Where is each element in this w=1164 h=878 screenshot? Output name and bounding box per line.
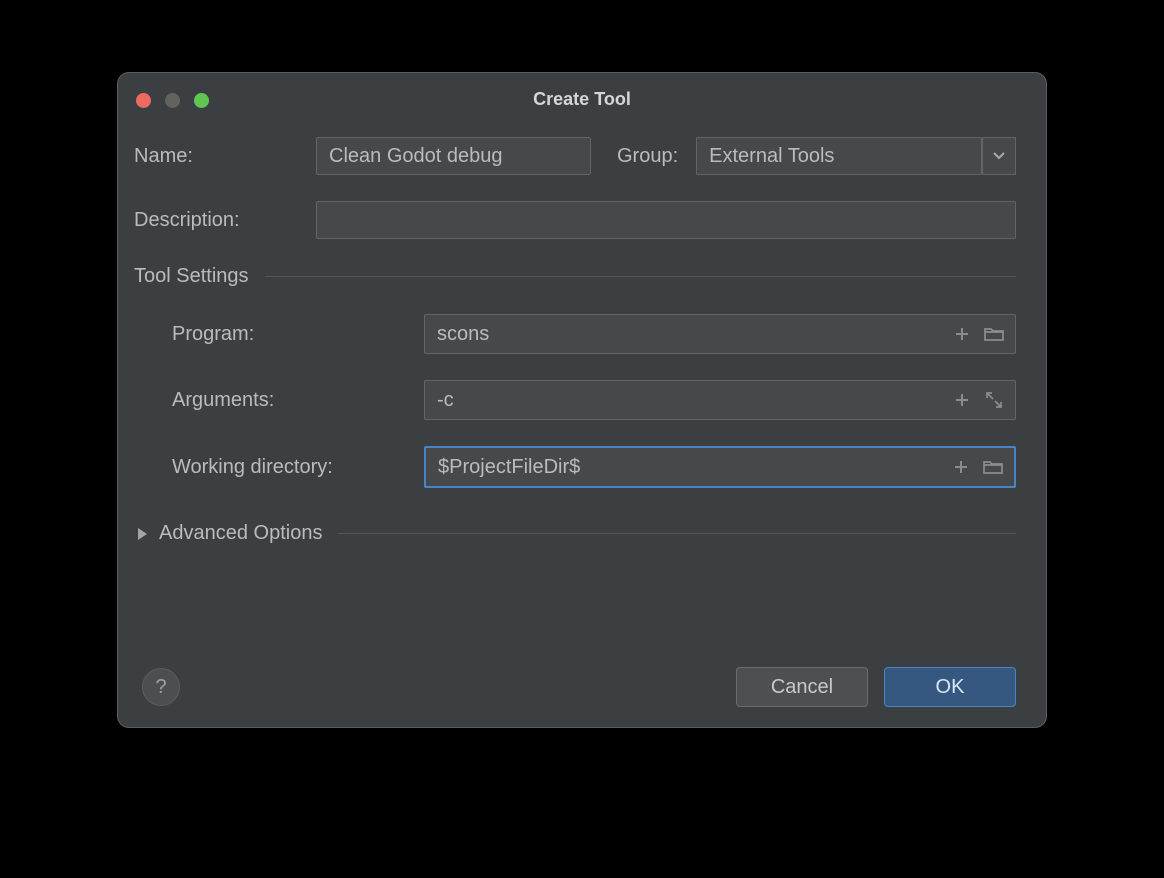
group-select-value: External Tools <box>696 137 982 175</box>
arguments-row: Arguments: <box>172 380 1016 420</box>
chevron-down-icon[interactable] <box>982 137 1016 175</box>
folder-icon[interactable] <box>982 456 1004 478</box>
tool-settings-header: Tool Settings <box>134 265 1016 288</box>
titlebar: Create Tool <box>118 73 1046 109</box>
window-controls <box>136 93 209 108</box>
working-directory-field <box>424 446 1016 488</box>
cancel-button[interactable]: Cancel <box>736 667 868 707</box>
zoom-window-button[interactable] <box>194 93 209 108</box>
dialog-title: Create Tool <box>118 73 1046 110</box>
expand-icon[interactable] <box>983 389 1005 411</box>
plus-icon[interactable] <box>951 389 973 411</box>
name-input[interactable] <box>316 137 591 175</box>
minimize-window-button[interactable] <box>165 93 180 108</box>
group-label: Group: <box>617 145 678 168</box>
plus-icon[interactable] <box>951 323 973 345</box>
tool-settings-label: Tool Settings <box>134 265 249 288</box>
program-field <box>424 314 1016 354</box>
working-directory-input[interactable] <box>426 448 950 486</box>
advanced-options-header[interactable]: Advanced Options <box>134 522 1016 545</box>
ok-button[interactable]: OK <box>884 667 1016 707</box>
advanced-options-label: Advanced Options <box>159 522 322 545</box>
help-button[interactable]: ? <box>142 668 180 706</box>
program-input[interactable] <box>425 315 951 353</box>
arguments-input[interactable] <box>425 381 951 419</box>
working-directory-label: Working directory: <box>172 456 424 479</box>
description-input[interactable] <box>316 201 1016 239</box>
arguments-field <box>424 380 1016 420</box>
plus-icon[interactable] <box>950 456 972 478</box>
dialog-footer: ? Cancel OK <box>118 667 1046 707</box>
group-select[interactable]: External Tools <box>696 137 1016 175</box>
description-row: Description: <box>134 201 1016 239</box>
program-label: Program: <box>172 323 424 346</box>
working-directory-row: Working directory: <box>172 446 1016 488</box>
create-tool-dialog: Create Tool Name: Group: External Tools … <box>117 72 1047 728</box>
close-window-button[interactable] <box>136 93 151 108</box>
name-group-row: Name: Group: External Tools <box>134 137 1016 175</box>
disclosure-right-icon <box>138 528 147 540</box>
description-label: Description: <box>134 209 316 232</box>
dialog-content: Name: Group: External Tools Description:… <box>118 109 1046 545</box>
folder-icon[interactable] <box>983 323 1005 345</box>
separator <box>265 276 1016 277</box>
name-label: Name: <box>134 145 316 168</box>
arguments-label: Arguments: <box>172 389 424 412</box>
separator <box>338 533 1016 534</box>
program-row: Program: <box>172 314 1016 354</box>
